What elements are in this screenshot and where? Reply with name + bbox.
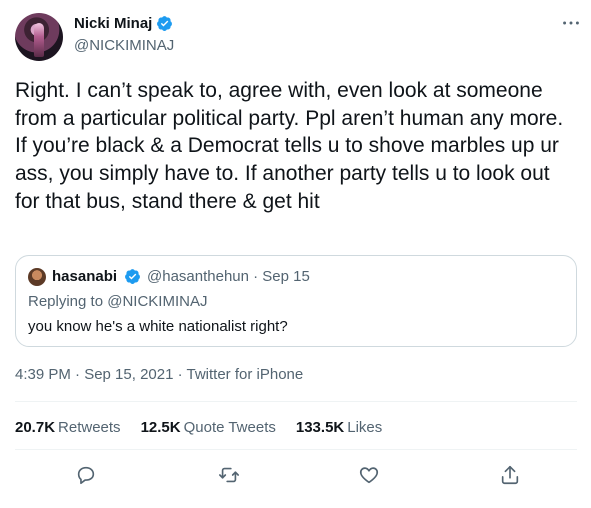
divider: [15, 449, 577, 450]
tweet-text: Right. I can’t speak to, agree with, eve…: [15, 79, 564, 213]
likes-label: Likes: [347, 419, 383, 436]
quoted-replying-to: Replying to @NICKIMINAJ: [28, 293, 207, 310]
quoted-tweet-text: you know he's a white nationalist right?: [28, 318, 288, 335]
quoted-verified-badge-icon: [124, 268, 141, 285]
likes-stat[interactable]: 133.5K Likes: [296, 419, 382, 436]
retweets-stat[interactable]: 20.7K Retweets: [15, 419, 121, 436]
share-icon[interactable]: [497, 462, 523, 488]
quotes-label: Quote Tweets: [183, 419, 276, 436]
author-handle[interactable]: @NICKIMINAJ: [74, 37, 174, 54]
retweets-label: Retweets: [58, 419, 121, 436]
replying-to-mention[interactable]: @NICKIMINAJ: [107, 293, 207, 310]
replying-to-prefix: Replying to: [28, 293, 108, 310]
reply-icon[interactable]: [73, 462, 99, 488]
author-name-row: Nicki Minaj: [74, 15, 173, 32]
likes-count: 133.5K: [295, 419, 345, 436]
like-icon[interactable]: [356, 462, 382, 488]
quoted-tweet-card[interactable]: hasanabi @hasanthehun · Sep 15 Replying …: [15, 255, 577, 347]
tweet: Nicki Minaj @NICKIMINAJ Right. I can’t s…: [0, 0, 591, 508]
action-bar: [0, 462, 591, 492]
retweet-icon[interactable]: [216, 462, 242, 488]
more-horizontal-icon[interactable]: [560, 12, 582, 34]
quote-tweets-stat[interactable]: 12.5K Quote Tweets: [141, 419, 276, 436]
divider: [15, 401, 577, 402]
verified-badge-icon: [156, 15, 173, 32]
quotes-count: 12.5K: [140, 419, 181, 436]
author-display-name[interactable]: Nicki Minaj: [74, 15, 152, 32]
retweets-count: 20.7K: [15, 419, 56, 436]
author-avatar[interactable]: [15, 13, 63, 61]
tweet-timestamp[interactable]: 4:39 PM · Sep 15, 2021 · Twitter for iPh…: [15, 366, 303, 383]
quoted-author-name: hasanabi: [52, 268, 118, 285]
quoted-author-avatar: [28, 268, 46, 286]
engagement-stats: 20.7K Retweets 12.5K Quote Tweets 133.5K Li…: [15, 419, 402, 436]
quoted-handle-date: @hasanthehun · Sep 15: [147, 268, 310, 285]
